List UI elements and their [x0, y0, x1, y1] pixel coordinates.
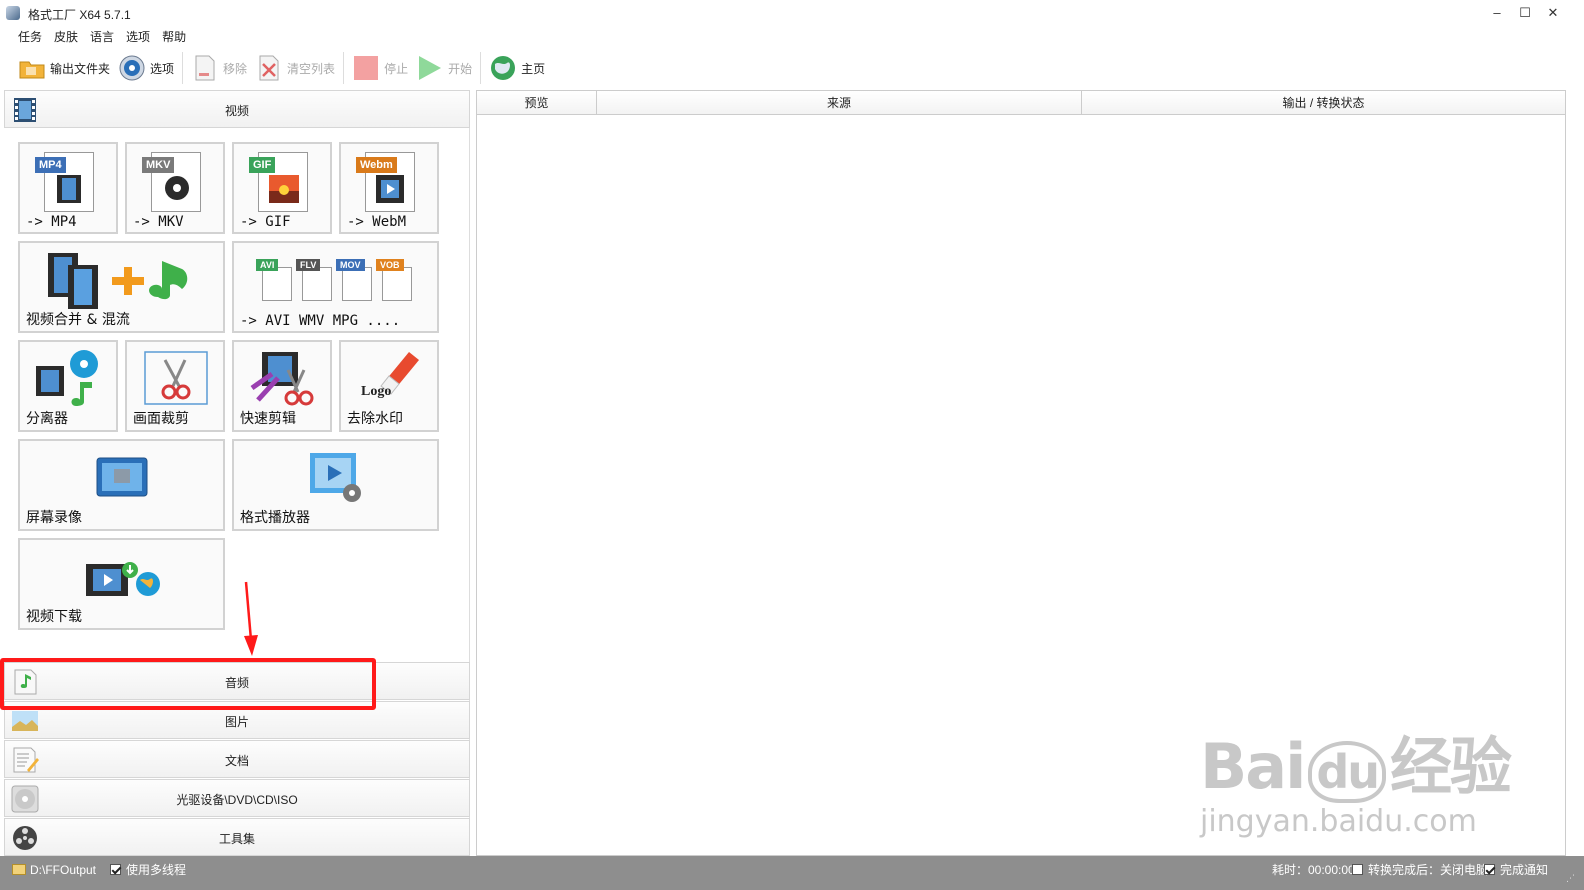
- start-button[interactable]: 开始: [412, 50, 476, 86]
- category-document-label: 文档: [224, 754, 249, 768]
- watermark-brand: Bai: [1200, 730, 1306, 803]
- column-source[interactable]: 来源: [597, 91, 1082, 115]
- player-icon: [310, 453, 361, 502]
- tile-remove-logo[interactable]: Logo 去除水印: [339, 340, 439, 432]
- category-image-label: 图片: [224, 715, 249, 729]
- maximize-button[interactable]: ☐: [1512, 4, 1538, 22]
- output-path-label: D:\FFOutput: [30, 863, 97, 877]
- watermark-cn: 经验: [1390, 730, 1512, 803]
- watermark-paw: du: [1308, 741, 1387, 803]
- toolbar-separator: [343, 52, 345, 84]
- category-tools[interactable]: 工具集: [4, 818, 470, 856]
- baidu-watermark: Bai du 经验 jingyan.baidu.com: [1200, 716, 1512, 839]
- stop-button[interactable]: 停止: [348, 50, 412, 86]
- category-disc[interactable]: 光驱设备\DVD\CD\ISO: [4, 779, 470, 817]
- film-play-icon: [376, 175, 404, 203]
- play-icon: [419, 56, 442, 80]
- home-label: 主页: [521, 61, 546, 76]
- start-label: 开始: [448, 61, 473, 76]
- notify-check-icon: [1484, 864, 1495, 875]
- stop-label: 停止: [384, 61, 409, 76]
- resize-grip-icon[interactable]: ⋰: [1566, 870, 1575, 886]
- column-preview[interactable]: 预览: [477, 91, 597, 115]
- vob-badge: VOB: [376, 259, 404, 271]
- after-convert-checkbox[interactable]: 转换完成后：关闭电脑: [1352, 862, 1488, 878]
- mov-badge: MOV: [336, 259, 365, 271]
- vob-file-icon: [382, 267, 412, 301]
- annotation-arrow: [244, 581, 258, 656]
- watermark-url: jingyan.baidu.com: [1200, 804, 1477, 839]
- minimize-button[interactable]: –: [1484, 4, 1510, 22]
- column-output-status[interactable]: 输出 / 转换状态: [1082, 91, 1565, 115]
- logo-text: Logo: [361, 384, 392, 399]
- close-button[interactable]: ✕: [1540, 4, 1566, 22]
- tile-webm[interactable]: Webm -> WebM: [339, 142, 439, 234]
- multithread-label: 使用多线程: [126, 863, 187, 877]
- globe-icon: [491, 56, 516, 80]
- tile-remove-logo-label: 去除水印: [347, 411, 403, 427]
- notify-checkbox[interactable]: 完成通知: [1484, 862, 1548, 878]
- notify-label: 完成通知: [1500, 863, 1549, 877]
- multithread-checkbox[interactable]: 使用多线程: [110, 862, 186, 878]
- category-disc-label: 光驱设备\DVD\CD\ISO: [176, 793, 298, 807]
- multithread-check-icon: [110, 864, 121, 875]
- flv-file-icon: [302, 267, 332, 301]
- folder-icon: [12, 864, 26, 875]
- webm-file-icon: Webm: [356, 152, 415, 212]
- status-bar: D:\FFOutput 使用多线程 耗时：00:00:00 转换完成后：关闭电脑…: [0, 856, 1584, 890]
- tile-webm-label: -> WebM: [347, 214, 407, 230]
- after-convert-label: 转换完成后：关闭电脑: [1368, 863, 1489, 877]
- home-button[interactable]: 主页: [485, 50, 549, 86]
- webm-badge: Webm: [356, 157, 397, 173]
- toolbar-separator: [480, 52, 482, 84]
- output-path[interactable]: D:\FFOutput: [12, 862, 96, 878]
- stop-icon: [354, 56, 379, 80]
- category-document[interactable]: 文档: [4, 740, 470, 778]
- after-convert-check-icon: [1352, 864, 1363, 875]
- elapsed-time: 耗时：00:00:00: [1272, 863, 1355, 877]
- mov-file-icon: [342, 267, 372, 301]
- category-tools-label: 工具集: [218, 832, 255, 846]
